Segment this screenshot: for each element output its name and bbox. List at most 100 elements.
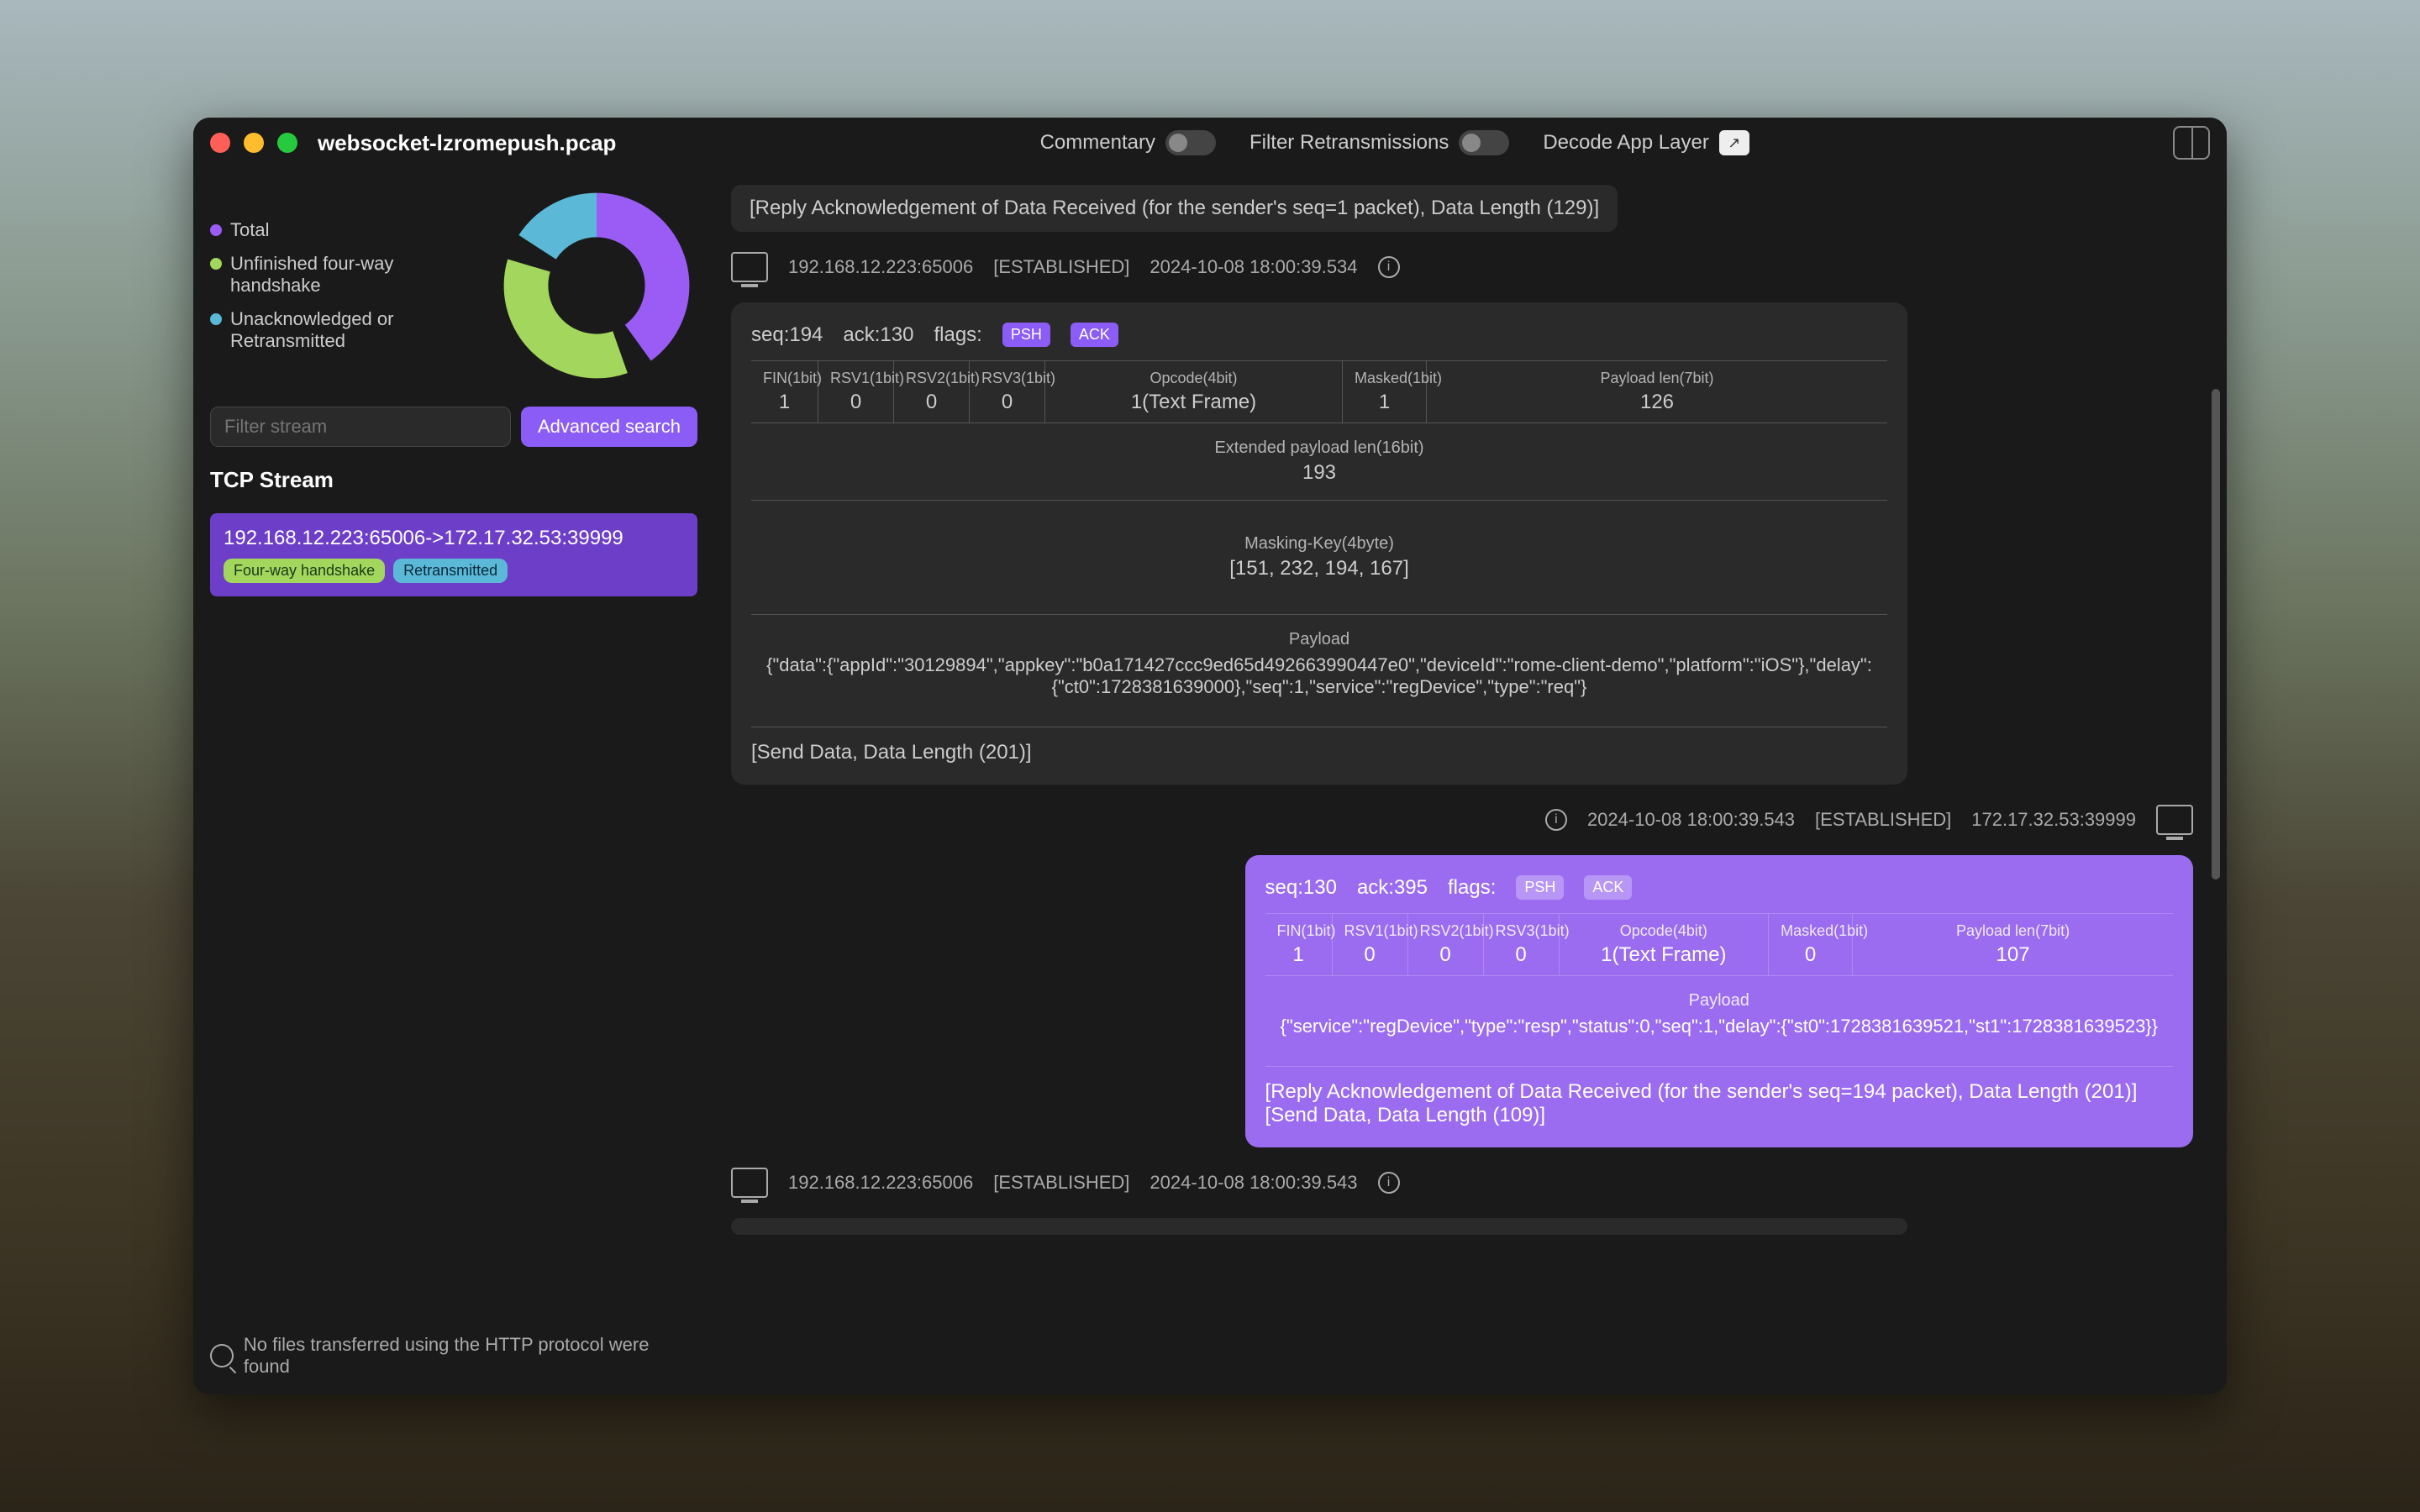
ack-label: ack:395 [1357,876,1428,900]
packet-meta: 192.168.12.223:65006 [ESTABLISHED] 2024-… [731,252,2193,282]
scrollbar[interactable] [2210,168,2220,1394]
dot-icon [210,258,222,270]
decode-label: Decode App Layer [1543,131,1708,155]
close-icon[interactable] [210,133,230,153]
seq-label: seq:194 [751,323,823,347]
host-icon [731,252,768,282]
packet-meta: i 2024-10-08 18:00:39.543 [ESTABLISHED] … [731,805,2193,835]
packet-footer: [Reply Acknowledgement of Data Received … [1265,1066,2173,1127]
legend-unack: Unacknowledged or Retransmitted [210,308,479,352]
summary-pill: [Reply Acknowledgement of Data Received … [731,185,1618,232]
app-window: websocket-lzromepush.pcap Commentary Fil… [193,118,2227,1394]
meta-addr: 172.17.32.53:39999 [1971,809,2136,831]
ws-payload: Payload {"service":"regDevice","type":"r… [1265,975,2173,1053]
legend: Total Unfinished four-way handshake Unac… [210,219,479,352]
cell-val: 1 [763,391,806,414]
flag-ack: ACK [1584,875,1632,900]
body: Total Unfinished four-way handshake Unac… [193,168,2227,1394]
legend-label: Total [230,219,269,241]
toggle-icon[interactable] [1459,130,1509,155]
cell-hdr: Payload len(7bit) [1865,922,2161,940]
cell-hdr: Masking-Key(4byte) [785,534,1854,554]
ws-payload: Payload {"data":{"appId":"30129894","app… [751,614,1887,713]
cell-val: 126 [1439,391,1876,414]
search-row: Advanced search [210,407,697,447]
cell-hdr: FIN(1bit) [1277,922,1320,940]
cell-hdr: Extended payload len(16bit) [766,438,1872,458]
info-icon[interactable]: i [1378,1172,1400,1194]
window-title: websocket-lzromepush.pcap [318,130,616,156]
meta-addr: 192.168.12.223:65006 [788,256,973,278]
packet-meta: 192.168.12.223:65006 [ESTABLISHED] 2024-… [731,1168,2193,1198]
minimize-icon[interactable] [244,133,264,153]
cell-val: 1(Text Frame) [1057,391,1330,414]
external-link-icon[interactable]: ↗ [1719,130,1749,155]
host-icon [2156,805,2193,835]
cell-hdr: Opcode(4bit) [1057,370,1330,387]
search-icon [210,1344,234,1368]
info-icon[interactable]: i [1378,256,1400,278]
packet-header: seq:130 ack:395 flags: PSH ACK [1265,875,2173,900]
meta-time: 2024-10-08 18:00:39.543 [1150,1172,1357,1194]
filter-retrans-label: Filter Retransmissions [1249,131,1449,155]
cell-val: 0 [981,391,1033,414]
cell-val: 0 [1781,943,1840,967]
cell-hdr: Payload [1281,991,2158,1011]
info-icon[interactable]: i [1545,809,1567,831]
cell-hdr: RSV2(1bit) [1420,922,1471,940]
tag-handshake: Four-way handshake [224,559,385,583]
payload-text: {"data":{"appId":"30129894","appkey":"b0… [766,654,1872,698]
toolbar: Commentary Filter Retransmissions Decode… [616,130,2173,155]
stream-tags: Four-way handshake Retransmitted [224,559,684,583]
scrollbar-thumb[interactable] [2212,389,2220,879]
main-panel: [Reply Acknowledgement of Data Received … [714,168,2227,1394]
cell-val: 0 [1496,943,1547,967]
cell-hdr: FIN(1bit) [763,370,806,387]
packet-footer: [Send Data, Data Length (201)] [751,727,1887,764]
cell-hdr: Masked(1bit) [1355,370,1414,387]
ws-ext: Extended payload len(16bit) 193 [751,423,1887,500]
cell-val: [151, 232, 194, 167] [785,557,1854,580]
cell-val: 1 [1277,943,1320,967]
titlebar: websocket-lzromepush.pcap Commentary Fil… [193,118,2227,168]
decode-app-layer[interactable]: Decode App Layer ↗ [1543,130,1749,155]
donut-chart [496,185,697,386]
legend-unfinished: Unfinished four-way handshake [210,253,479,297]
cell-hdr: RSV1(1bit) [1344,922,1396,940]
stats-row: Total Unfinished four-way handshake Unac… [210,185,697,386]
cell-val: 107 [1865,943,2161,967]
meta-state: [ESTABLISHED] [1815,809,1951,831]
cell-val: 0 [1344,943,1396,967]
maximize-icon[interactable] [277,133,297,153]
footer-line: [Send Data, Data Length (109)] [1265,1104,2173,1127]
packet-header: seq:194 ack:130 flags: PSH ACK [751,323,1887,347]
commentary-label: Commentary [1040,131,1155,155]
cell-hdr: Opcode(4bit) [1571,922,1757,940]
tag-retransmitted: Retransmitted [393,559,508,583]
cell-hdr: Payload len(7bit) [1439,370,1876,387]
flag-psh: PSH [1002,323,1050,347]
cell-val: 193 [766,461,1872,485]
cell-hdr: RSV3(1bit) [1496,922,1547,940]
cell-val: 1 [1355,391,1414,414]
seq-label: seq:130 [1265,876,1337,900]
stream-item[interactable]: 192.168.12.223:65006->172.17.32.53:39999… [210,513,697,596]
toggle-icon[interactable] [1165,130,1216,155]
payload-text: {"service":"regDevice","type":"resp","st… [1281,1016,2158,1037]
meta-state: [ESTABLISHED] [993,256,1129,278]
panel-toggle-icon[interactable] [2173,126,2210,160]
bottom-note: No files transferred using the HTTP prot… [210,1334,697,1378]
filter-input[interactable] [210,407,511,447]
meta-state: [ESTABLISHED] [993,1172,1129,1194]
cell-hdr: Payload [766,630,1872,649]
advanced-search-button[interactable]: Advanced search [521,407,697,447]
cell-hdr: RSV1(1bit) [830,370,881,387]
ws-row: FIN(1bit) 1 RSV1(1bit) 0 RSV2(1bit) 0 RSV3(… [1265,913,2173,975]
cell-val: 0 [830,391,881,414]
ws-row: FIN(1bit)1 RSV1(1bit)0 RSV2(1bit)0 RSV3(… [751,360,1887,423]
packet-client-partial [731,1218,1907,1235]
commentary-toggle[interactable]: Commentary [1040,130,1216,155]
packet-server: seq:130 ack:395 flags: PSH ACK FIN(1bit)… [1245,855,2193,1147]
filter-retrans-toggle[interactable]: Filter Retransmissions [1249,130,1509,155]
cell-val: 0 [906,391,957,414]
